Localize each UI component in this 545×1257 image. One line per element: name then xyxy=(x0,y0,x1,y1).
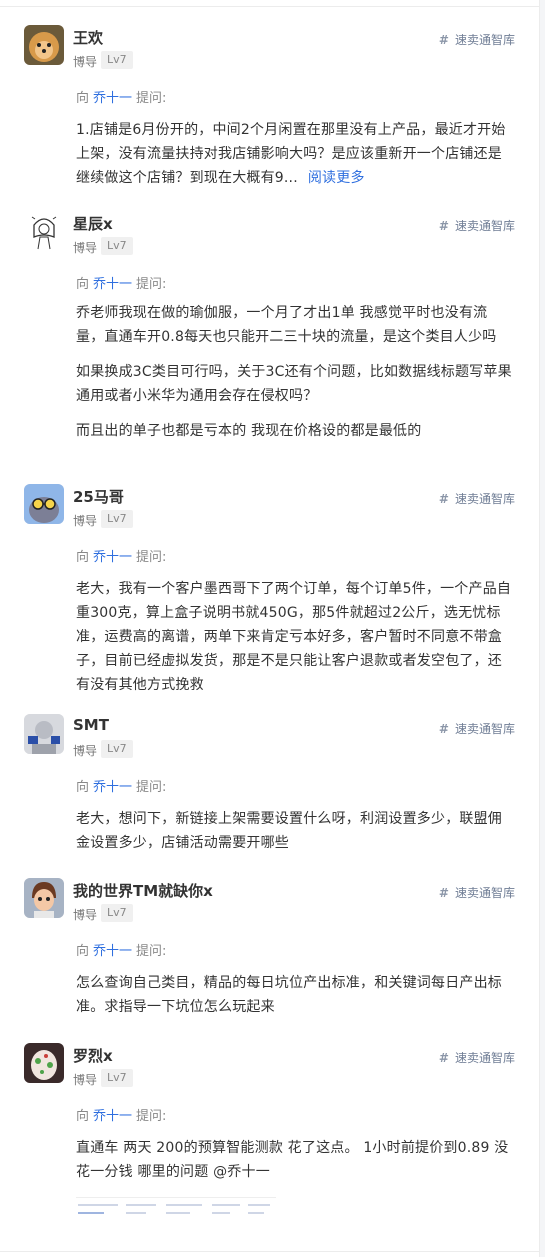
user-role: 博导 xyxy=(73,241,98,255)
hash-icon: # xyxy=(438,219,449,233)
ask-target-link[interactable]: 乔十一 xyxy=(93,944,132,959)
topic-tag-label: 速卖通智库 xyxy=(454,492,515,506)
username[interactable]: SMT xyxy=(73,716,109,734)
user-role: 博导 xyxy=(73,514,98,528)
topic-tag-label: 速卖通智库 xyxy=(454,219,515,233)
ask-prefix: 向 xyxy=(76,780,90,795)
level-badge: Lv7 xyxy=(101,237,133,255)
question-card[interactable]: 25马哥 博导 Lv7 # 速卖通智库 向乔十一 提问: 老大，我有一个客户墨西哥下… xyxy=(0,466,539,697)
question-content: 直通车 两天 200的预算智能测款 花了这点。 1小时前提价到0.89 没花一分… xyxy=(76,1136,513,1184)
question-paragraph: 老大，想问下，新链接上架需要设置什么呀，利润设置多少，联盟佣金设置多少，店铺活动… xyxy=(76,811,502,851)
ask-prefix: 向 xyxy=(76,277,90,292)
question-paragraph: 老大，我有一个客户墨西哥下了两个订单，每个订单5件，一个产品自重300克，算上盒… xyxy=(76,581,512,693)
girl-sketch-avatar-icon xyxy=(24,211,64,251)
level-badge: Lv7 xyxy=(101,1069,133,1087)
question-paragraph: 怎么查询自己类目，精品的每日坑位产出标准，和关键词每日产出标准。求指导一下坑位怎… xyxy=(76,975,502,1015)
topic-tag-label: 速卖通智库 xyxy=(454,886,515,900)
level-badge: Lv7 xyxy=(101,740,133,758)
hash-icon: # xyxy=(438,886,449,900)
ask-suffix: 提问: xyxy=(136,91,167,106)
ask-line: 向乔十一 提问: xyxy=(76,940,166,959)
ask-target-link[interactable]: 乔十一 xyxy=(93,780,132,795)
question-paragraph: 而且出的单子也都是亏本的 我现在价格设的都是最低的 xyxy=(76,423,422,439)
question-paragraph: 如果换成3C类目可行吗，关于3C还有个问题，比如数据线标题写苹果通用或者小米华为… xyxy=(76,364,512,404)
avatar[interactable] xyxy=(24,1043,64,1083)
avatar[interactable] xyxy=(24,878,64,918)
username[interactable]: 我的世界TM就缺你x xyxy=(73,880,213,901)
question-card[interactable]: SMT 博导 Lv7 # 速卖通智库 向乔十一 提问: 老大，想问下，新链接上架需要… xyxy=(0,696,539,861)
attached-screenshot-thumbnail[interactable] xyxy=(76,1197,276,1224)
question-card[interactable]: 王欢 博导 Lv7 # 速卖通智库 向乔十一 提问: 1.店铺是6月份开的，中间2个… xyxy=(0,7,539,194)
level-badge: Lv7 xyxy=(101,510,133,528)
hash-icon: # xyxy=(438,1051,449,1065)
question-card[interactable]: 我的世界TM就缺你x 博导 Lv7 # 速卖通智库 向乔十一 提问: 怎么查询自己类… xyxy=(0,860,539,1026)
hash-icon: # xyxy=(438,33,449,47)
ask-prefix: 向 xyxy=(76,91,90,106)
ask-line: 向乔十一 提问: xyxy=(76,87,166,106)
question-content: 老大，想问下，新链接上架需要设置什么呀，利润设置多少，联盟佣金设置多少，店铺活动… xyxy=(76,807,513,855)
cat-sunglasses-avatar-icon xyxy=(24,484,64,524)
hash-icon: # xyxy=(438,722,449,736)
ask-suffix: 提问: xyxy=(136,1109,167,1124)
question-card[interactable]: 罗烈x 博导 Lv7 # 速卖通智库 向乔十一 提问: 直通车 两天 200的预算智… xyxy=(0,1025,539,1252)
ask-suffix: 提问: xyxy=(136,944,167,959)
topic-tag-label: 速卖通智库 xyxy=(454,722,515,736)
topic-tag[interactable]: # 速卖通智库 xyxy=(439,217,515,234)
avatar[interactable] xyxy=(24,25,64,65)
ask-target-link[interactable]: 乔十一 xyxy=(93,1109,132,1124)
read-more-link[interactable]: 阅读更多 xyxy=(308,170,365,186)
ask-suffix: 提问: xyxy=(136,780,167,795)
boy-cartoon-avatar-icon xyxy=(24,878,64,918)
user-role: 博导 xyxy=(73,1073,98,1087)
topic-tag[interactable]: # 速卖通智库 xyxy=(439,490,515,507)
username[interactable]: 星辰x xyxy=(73,213,113,234)
username[interactable]: 王欢 xyxy=(73,27,103,48)
ask-line: 向乔十一 提问: xyxy=(76,1105,166,1124)
question-content: 老大，我有一个客户墨西哥下了两个订单，每个订单5件，一个产品自重300克，算上盒… xyxy=(76,577,513,697)
topic-tag-label: 速卖通智库 xyxy=(454,33,515,47)
topic-tag[interactable]: # 速卖通智库 xyxy=(439,884,515,901)
topic-tag-label: 速卖通智库 xyxy=(454,1051,515,1065)
question-content: 乔老师我现在做的瑜伽服，一个月了才出1单 我感觉平时也没有流量，直通车开0.8每… xyxy=(76,301,513,454)
face-mask-avatar-icon xyxy=(24,1043,64,1083)
hash-icon: # xyxy=(438,492,449,506)
user-role: 博导 xyxy=(73,908,98,922)
level-badge: Lv7 xyxy=(101,51,133,69)
ask-line: 向乔十一 提问: xyxy=(76,273,166,292)
user-role: 博导 xyxy=(73,744,98,758)
username[interactable]: 罗烈x xyxy=(73,1045,113,1066)
topic-tag[interactable]: # 速卖通智库 xyxy=(439,1049,515,1066)
avatar[interactable] xyxy=(24,211,64,251)
username[interactable]: 25马哥 xyxy=(73,486,124,507)
avatar[interactable] xyxy=(24,484,64,524)
user-role: 博导 xyxy=(73,55,98,69)
ask-line: 向乔十一 提问: xyxy=(76,776,166,795)
question-card[interactable]: 星辰x 博导 Lv7 # 速卖通智库 向乔十一 提问: 乔老师我现在做的瑜伽服，一个… xyxy=(0,193,539,467)
question-content: 怎么查询自己类目，精品的每日坑位产出标准，和关键词每日产出标准。求指导一下坑位怎… xyxy=(76,971,513,1019)
feed-top-divider xyxy=(0,0,539,7)
question-paragraph: 直通车 两天 200的预算智能测款 花了这点。 1小时前提价到0.89 没花一分… xyxy=(76,1140,509,1180)
ask-suffix: 提问: xyxy=(136,550,167,565)
question-content: 1.店铺是6月份开的，中间2个月闲置在那里没有上产品，最近才开始上架，没有流量扶… xyxy=(76,118,513,190)
ask-target-link[interactable]: 乔十一 xyxy=(93,91,132,106)
dog-avatar-icon xyxy=(24,25,64,65)
ask-target-link[interactable]: 乔十一 xyxy=(93,277,132,292)
topic-tag[interactable]: # 速卖通智库 xyxy=(439,720,515,737)
ask-line: 向乔十一 提问: xyxy=(76,546,166,565)
ask-prefix: 向 xyxy=(76,1109,90,1124)
level-badge: Lv7 xyxy=(101,904,133,922)
ask-prefix: 向 xyxy=(76,944,90,959)
smt-avatar-icon xyxy=(24,714,64,754)
ask-prefix: 向 xyxy=(76,550,90,565)
topic-tag[interactable]: # 速卖通智库 xyxy=(439,31,515,48)
ask-suffix: 提问: xyxy=(136,277,167,292)
avatar[interactable] xyxy=(24,714,64,754)
question-paragraph: 1.店铺是6月份开的，中间2个月闲置在那里没有上产品，最近才开始上架，没有流量扶… xyxy=(76,122,506,186)
ask-target-link[interactable]: 乔十一 xyxy=(93,550,132,565)
question-feed: 王欢 博导 Lv7 # 速卖通智库 向乔十一 提问: 1.店铺是6月份开的，中间2个… xyxy=(0,0,540,1257)
question-paragraph: 乔老师我现在做的瑜伽服，一个月了才出1单 我感觉平时也没有流量，直通车开0.8每… xyxy=(76,305,497,345)
